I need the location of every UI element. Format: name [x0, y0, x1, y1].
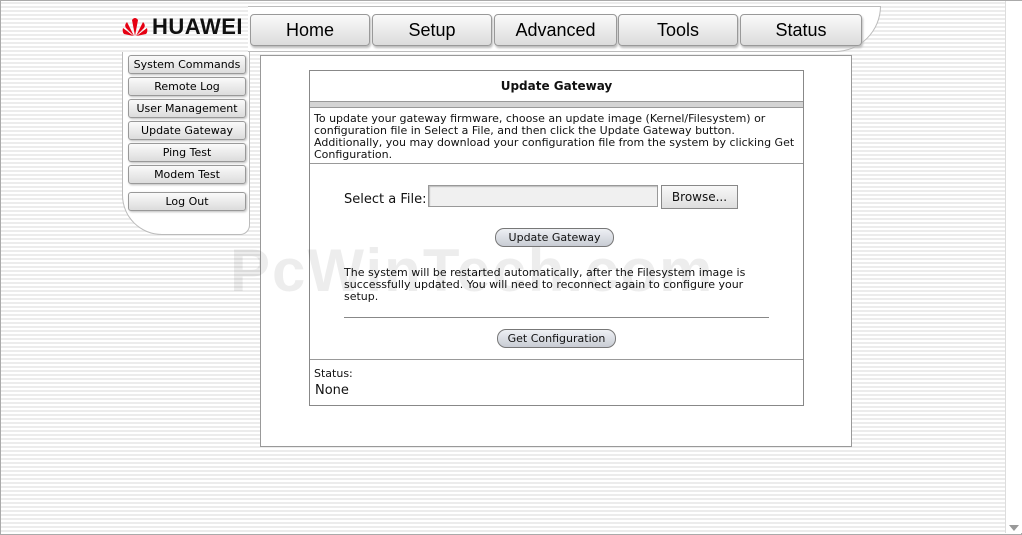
sidebar-item-modem-test[interactable]: Modem Test [128, 165, 246, 184]
scroll-down-arrow-icon[interactable] [1009, 525, 1019, 531]
file-path-input[interactable] [428, 185, 658, 207]
huawei-petals-icon [122, 18, 148, 36]
brand-name: HUAWEI [152, 14, 243, 39]
status-value: None [315, 383, 349, 398]
vertical-scrollbar[interactable] [1005, 1, 1022, 533]
side-navigation: System Commands Remote Log User Manageme… [122, 52, 250, 235]
sidebar-item-user-management[interactable]: User Management [128, 99, 246, 118]
brand-logo: HUAWEI [122, 14, 243, 40]
status-label: Status: [314, 367, 353, 380]
sidebar-item-system-commands[interactable]: System Commands [128, 55, 246, 74]
tab-tools[interactable]: Tools [618, 14, 738, 46]
main-content: Update Gateway To update your gateway fi… [260, 55, 852, 447]
update-gateway-button[interactable]: Update Gateway [495, 228, 614, 247]
tab-home[interactable]: Home [250, 14, 370, 46]
sidebar-item-remote-log[interactable]: Remote Log [128, 77, 246, 96]
tab-status[interactable]: Status [740, 14, 862, 46]
update-gateway-panel: Update Gateway To update your gateway fi… [309, 70, 804, 406]
divider [310, 163, 803, 164]
title-divider [310, 101, 803, 108]
sidebar-item-update-gateway[interactable]: Update Gateway [128, 121, 246, 140]
browse-button[interactable]: Browse... [661, 185, 738, 209]
tab-setup[interactable]: Setup [372, 14, 492, 46]
panel-title: Update Gateway [500, 79, 613, 93]
get-configuration-button[interactable]: Get Configuration [497, 329, 616, 348]
sidebar-item-ping-test[interactable]: Ping Test [128, 143, 246, 162]
select-file-label: Select a File: [344, 192, 427, 207]
top-navigation: Home Setup Advanced Tools Status [248, 6, 881, 52]
tab-advanced[interactable]: Advanced [494, 14, 617, 46]
panel-description: To update your gateway firmware, choose … [314, 112, 795, 161]
sidebar-item-log-out[interactable]: Log Out [128, 192, 246, 211]
restart-note: The system will be restarted automatical… [344, 266, 746, 303]
divider [344, 317, 769, 318]
divider [310, 359, 803, 360]
